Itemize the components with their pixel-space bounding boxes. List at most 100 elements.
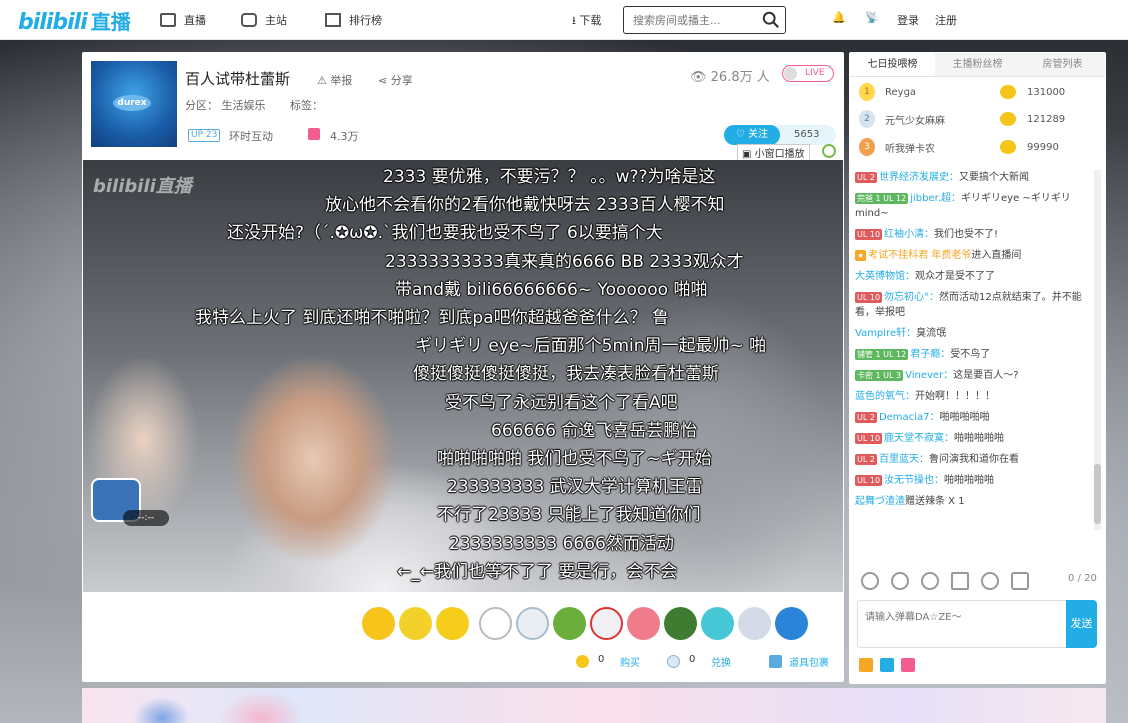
room-cover[interactable]: durex (91, 61, 177, 147)
video-player[interactable]: bilibili直播 2333 要优雅，不要污？？ 。。w??为啥是这 放心他不会… (83, 160, 843, 592)
gift-latiao-icon[interactable] (362, 607, 395, 640)
tab-admin-list[interactable]: 房管列表 (1020, 53, 1105, 76)
fire-icon[interactable] (891, 572, 909, 590)
gift-gem-icon[interactable] (701, 607, 734, 640)
gift-lucky-icon[interactable] (553, 607, 586, 640)
gift-count: 4.3万 (330, 130, 359, 143)
danmaku-input[interactable] (857, 600, 1067, 648)
chat-toolbar (861, 572, 1029, 590)
chat-message[interactable]: 铺管 1 UL 12 君子瘾：受不鸟了 (855, 347, 1091, 362)
streamer-name[interactable]: 环时互动 (229, 128, 273, 144)
send-button[interactable]: 发送 (1066, 600, 1097, 648)
user-level-badge: UL 10 (855, 292, 883, 303)
chat-message[interactable]: UL 10 勿忘初心°：然而活动12点就结束了。并不能看，举报吧 (855, 290, 1091, 320)
chat-username[interactable]: 考试不挂科君 年费老爷 (868, 250, 971, 261)
chat-username[interactable]: 红袖小清： (884, 229, 934, 240)
chat-message[interactable]: UL 2 世界经济发展史：又要搞个大新闻 (855, 170, 1091, 185)
rank-row[interactable]: 2 元气少女麻麻 121289 (859, 108, 1099, 130)
exchange-link[interactable]: 兑换 (711, 654, 731, 669)
nav-item-ranking[interactable]: 排行榜 (325, 12, 382, 28)
tv-icon (160, 13, 176, 27)
rank-row[interactable]: 3 听我弹卡农 99990 (859, 136, 1099, 158)
share-button[interactable]: ⋖ 分享 (378, 72, 413, 88)
rank-name: 听我弹卡农 (885, 143, 935, 155)
record-icon[interactable] (981, 572, 999, 590)
follow-button[interactable]: ♡ 关注 (724, 125, 780, 145)
chat-username[interactable]: Vampire轩： (855, 328, 916, 339)
gift-mascot-icon[interactable] (775, 607, 808, 640)
chat-message[interactable]: 大英博物馆：观众才是受不了了 (855, 269, 1091, 284)
chat-message[interactable]: UL 2 百里蓝天：鲁问演我和道你在看 (855, 452, 1091, 467)
rank-row[interactable]: 1 Reyga 131000 (859, 81, 1099, 103)
chat-username[interactable]: Vinever： (905, 370, 953, 381)
satellite-dish-icon[interactable]: 📡 (865, 11, 879, 24)
bottom-banner[interactable] (82, 688, 1106, 723)
help-icon[interactable] (880, 658, 894, 672)
palette-icon[interactable] (921, 572, 939, 590)
danmaku-line: 不行了23333 只能上了我知道你们 (437, 505, 701, 526)
follow-widget: ♡ 关注 5653 (724, 125, 836, 145)
nav-item-label: 主站 (265, 14, 287, 27)
nav-item-main-site[interactable]: 主站 (241, 12, 287, 28)
gift-star-icon[interactable] (738, 607, 771, 640)
user-level-badge: UL 10 (855, 433, 883, 444)
gift-666-icon[interactable] (399, 607, 432, 640)
chat-message[interactable]: UL 10 汝无节操也：啪啪啪啪啪 (855, 473, 1091, 488)
chat-message[interactable]: 卡密 1 UL 3 Vinever：这是要百人～? (855, 368, 1091, 383)
chat-username[interactable]: 鹿天堂不寂寞： (884, 433, 954, 444)
chat-message[interactable]: UL 10 鹿天堂不寂寞：啪啪啪啪啪 (855, 431, 1091, 446)
register-link[interactable]: 注册 (935, 12, 957, 28)
chat-username[interactable]: 起舞づ渣渣 (855, 496, 905, 507)
chat-message[interactable]: Vampire轩：臭流氓 (855, 326, 1091, 341)
notification-bell-icon[interactable]: 🔔 (832, 11, 846, 24)
chat-username[interactable]: 大英博物馆： (855, 271, 915, 282)
coin-icon[interactable] (859, 658, 873, 672)
room-category[interactable]: 分区： 生活娱乐 (185, 97, 266, 113)
gift-character-icon[interactable] (590, 607, 623, 640)
tab-fan-rank[interactable]: 主播粉丝榜 (935, 53, 1020, 76)
download-icon: ⭳ (572, 14, 576, 27)
login-link[interactable]: 登录 (897, 12, 919, 28)
gift-tv-icon[interactable] (479, 607, 512, 640)
chat-username[interactable]: 君子瘾： (910, 349, 950, 360)
scrollbar-thumb[interactable] (1094, 464, 1101, 524)
chat-username[interactable]: 百里蓝天： (879, 454, 929, 465)
emoji-icon[interactable] (861, 572, 879, 590)
live-toggle[interactable]: LIVE (782, 65, 834, 82)
chat-message[interactable]: 完爸 1 UL 12 jibber.超：ギリギリeye ~ギリギリmind~ (855, 191, 1091, 221)
chat-username[interactable]: Demacia7： (879, 412, 940, 423)
bilibili-live-logo[interactable]: bilibili 直播 (18, 6, 131, 35)
chat-message[interactable]: UL 2 Demacia7：啪啪啪啪啪 (855, 410, 1091, 425)
new-icon[interactable] (901, 658, 915, 672)
mini-window-button[interactable]: ▣ 小窗口播放 (737, 144, 810, 161)
chat-scrollbar[interactable] (1094, 170, 1101, 530)
trash-icon[interactable] (951, 572, 969, 590)
side-panel: 七日投喂榜 主播粉丝榜 房管列表 1 Reyga 131000 2 元气少女麻麻… (849, 52, 1106, 684)
gift-233-icon[interactable] (436, 607, 469, 640)
nav-item-live[interactable]: 直播 (160, 12, 206, 28)
chat-username[interactable]: 世界经济发展史： (879, 172, 959, 183)
chat-username[interactable]: 汝无节操也： (884, 475, 944, 486)
settings-gear-icon[interactable] (822, 144, 836, 158)
logo-text: bilibili (18, 10, 88, 35)
chat-message[interactable]: UL 10 红袖小清：我们也受不了! (855, 227, 1091, 242)
tab-weekly-rank[interactable]: 七日投喂榜 (850, 53, 935, 76)
item-bag-link[interactable]: 道具包裹 (789, 654, 829, 669)
gift-ship-icon[interactable] (664, 607, 697, 640)
block-icon[interactable] (1011, 572, 1029, 590)
room-tags: 标签： (290, 99, 323, 112)
chat-username[interactable]: 勿忘初心°： (884, 292, 939, 303)
chat-username[interactable]: jibber.超： (910, 193, 961, 204)
gift-cake-icon[interactable] (627, 607, 660, 640)
chat-username[interactable]: 蓝色的氧气： (855, 391, 915, 402)
download-link[interactable]: ⭳ 下载 (572, 12, 601, 31)
report-button[interactable]: ⚠ 举报 (317, 72, 352, 88)
search-icon[interactable] (762, 11, 780, 29)
danmaku-char-counter: 0 / 20 (1068, 573, 1097, 584)
buy-link[interactable]: 购买 (620, 654, 640, 669)
chat-message[interactable]: 蓝色的氧气：开始啊！！！！！ (855, 389, 1091, 404)
chat-message[interactable]: ★ 考试不挂科君 年费老爷进入直播间 (855, 248, 1091, 263)
search-input[interactable] (624, 7, 754, 33)
gift-shield-icon[interactable] (516, 607, 549, 640)
chat-message[interactable]: 起舞づ渣渣赠送辣条 X 1 (855, 494, 1091, 509)
